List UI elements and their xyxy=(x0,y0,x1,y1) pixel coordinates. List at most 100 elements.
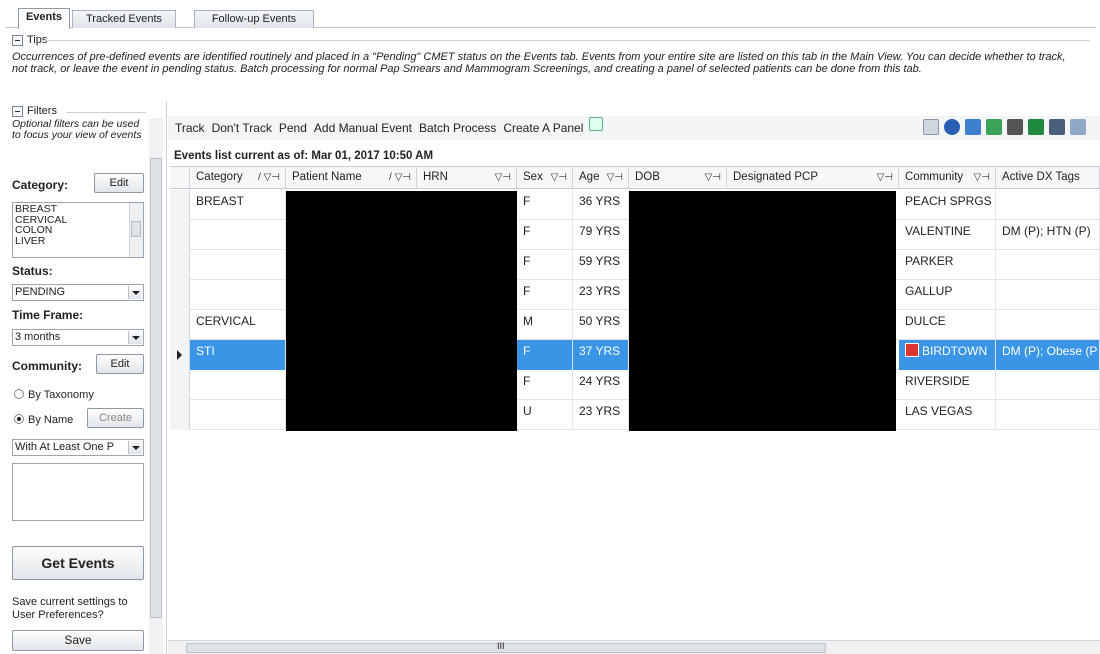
tab-tracked-events[interactable]: Tracked Events xyxy=(72,10,176,28)
timeframe-select[interactable]: 3 months xyxy=(12,329,144,346)
refresh-icon[interactable] xyxy=(986,119,1002,135)
cell-age[interactable]: 50 YRS xyxy=(573,310,629,340)
cell-category[interactable] xyxy=(190,250,286,280)
tab-follow-up-events[interactable]: Follow-up Events xyxy=(194,10,314,28)
filters-collapse-toggle[interactable] xyxy=(12,105,23,117)
cell-community[interactable]: LAS VEGAS xyxy=(899,400,996,430)
undo-icon[interactable] xyxy=(965,119,981,135)
cell-community[interactable]: PEACH SPRGS xyxy=(899,190,996,220)
cell-sex[interactable]: F xyxy=(517,220,573,250)
cell-age[interactable]: 79 YRS xyxy=(573,220,629,250)
row-header[interactable] xyxy=(170,400,190,430)
filter-pin-icon[interactable]: ▽⊣ xyxy=(974,167,990,188)
batch-process-button[interactable]: Batch Process xyxy=(419,121,496,135)
cell-community[interactable]: BIRDTOWN xyxy=(899,340,996,370)
tips-collapse-toggle[interactable] xyxy=(12,34,23,46)
grid-horizontal-scrollbar[interactable]: III xyxy=(168,640,1100,654)
cell-sex[interactable]: F xyxy=(517,250,573,280)
radio-selected-icon[interactable] xyxy=(14,414,24,424)
cell-sex[interactable]: M xyxy=(517,310,573,340)
print-icon[interactable] xyxy=(1049,119,1065,135)
row-header[interactable] xyxy=(170,310,190,340)
copy-icon[interactable] xyxy=(1070,119,1086,135)
create-button[interactable]: Create xyxy=(87,408,144,428)
cell-category[interactable] xyxy=(190,370,286,400)
panel-filter-select[interactable]: With At Least One P xyxy=(12,439,144,456)
filters-scrollbar[interactable] xyxy=(149,118,163,654)
row-header[interactable] xyxy=(170,340,190,370)
cell-category[interactable]: BREAST xyxy=(190,190,286,220)
filter-pin-icon[interactable]: / ▽⊣ xyxy=(389,167,411,188)
column-header-community[interactable]: Community ▽⊣ xyxy=(899,167,996,189)
get-events-button[interactable]: Get Events xyxy=(12,546,144,580)
chevron-down-icon[interactable] xyxy=(128,441,142,454)
cell-category[interactable] xyxy=(190,220,286,250)
binoculars-icon[interactable] xyxy=(1007,119,1023,135)
column-header-active-dx-tags[interactable]: Active DX Tags xyxy=(996,167,1100,189)
column-header-designated-pcp[interactable]: Designated PCP ▽⊣ xyxy=(727,167,899,189)
cell-category[interactable] xyxy=(190,400,286,430)
filter-pin-icon[interactable]: / ▽⊣ xyxy=(258,167,280,188)
cell-sex[interactable]: F xyxy=(517,190,573,220)
cell-age[interactable]: 23 YRS xyxy=(573,400,629,430)
filter-pin-icon[interactable]: ▽⊣ xyxy=(705,167,721,188)
chevron-down-icon[interactable] xyxy=(128,286,142,299)
category-listbox[interactable]: BREAST CERVICAL COLON LIVER xyxy=(12,202,144,258)
cell-tags[interactable] xyxy=(996,280,1100,310)
dont-track-button[interactable]: Don't Track xyxy=(212,121,272,135)
panel-icon[interactable] xyxy=(589,117,604,131)
column-header-patient-name[interactable]: Patient Name / ▽⊣ xyxy=(286,167,417,189)
row-header[interactable] xyxy=(170,250,190,280)
cell-sex[interactable]: F xyxy=(517,280,573,310)
column-header-sex[interactable]: Sex ▽⊣ xyxy=(517,167,573,189)
cell-age[interactable]: 36 YRS xyxy=(573,190,629,220)
row-header[interactable] xyxy=(170,280,190,310)
row-header[interactable] xyxy=(170,370,190,400)
cell-age[interactable]: 24 YRS xyxy=(573,370,629,400)
filter-pin-icon[interactable]: ▽⊣ xyxy=(607,167,623,188)
status-select[interactable]: PENDING xyxy=(12,284,144,301)
track-button[interactable]: Track xyxy=(175,121,205,135)
column-header-category[interactable]: Category / ▽⊣ xyxy=(190,167,286,189)
cell-tags[interactable]: DM (P); Obese (P xyxy=(996,340,1100,370)
cell-category[interactable] xyxy=(190,280,286,310)
cell-community[interactable]: RIVERSIDE xyxy=(899,370,996,400)
column-header-hrn[interactable]: HRN ▽⊣ xyxy=(417,167,517,189)
category-list-scrollbar[interactable] xyxy=(129,203,143,257)
cell-sex[interactable]: U xyxy=(517,400,573,430)
cell-tags[interactable] xyxy=(996,370,1100,400)
category-edit-button[interactable]: Edit xyxy=(94,173,144,193)
community-edit-button[interactable]: Edit xyxy=(96,354,144,374)
row-header[interactable] xyxy=(170,220,190,250)
create-a-panel-button[interactable]: Create A Panel xyxy=(503,121,583,135)
cell-category[interactable]: CERVICAL xyxy=(190,310,286,340)
cell-tags[interactable] xyxy=(996,190,1100,220)
excel-icon[interactable] xyxy=(1028,119,1044,135)
category-option[interactable]: LIVER xyxy=(15,235,143,247)
cell-community[interactable]: PARKER xyxy=(899,250,996,280)
column-header-age[interactable]: Age ▽⊣ xyxy=(573,167,629,189)
cell-community[interactable]: DULCE xyxy=(899,310,996,340)
filter-pin-icon[interactable]: ▽⊣ xyxy=(877,167,893,188)
cell-age[interactable]: 37 YRS xyxy=(573,340,629,370)
cell-community[interactable]: GALLUP xyxy=(899,280,996,310)
cell-age[interactable]: 59 YRS xyxy=(573,250,629,280)
category-option[interactable]: COLON xyxy=(15,225,143,236)
radio-icon[interactable] xyxy=(14,389,24,399)
help-icon[interactable] xyxy=(944,119,960,135)
community-names-textarea[interactable] xyxy=(12,463,144,521)
add-manual-event-button[interactable]: Add Manual Event xyxy=(314,121,412,135)
cell-tags[interactable] xyxy=(996,400,1100,430)
cell-community[interactable]: VALENTINE xyxy=(899,220,996,250)
cell-category[interactable]: STI xyxy=(190,340,286,370)
save-button[interactable]: Save xyxy=(12,630,144,651)
by-name-radio[interactable]: By Name xyxy=(14,414,73,426)
pend-button[interactable]: Pend xyxy=(279,121,307,135)
cell-sex[interactable]: F xyxy=(517,370,573,400)
category-option[interactable]: BREAST xyxy=(15,204,143,215)
chevron-down-icon[interactable] xyxy=(128,331,142,344)
filter-pin-icon[interactable]: ▽⊣ xyxy=(551,167,567,188)
category-list-scroll-thumb[interactable] xyxy=(131,221,141,237)
column-header-dob[interactable]: DOB ▽⊣ xyxy=(629,167,727,189)
row-header[interactable] xyxy=(170,190,190,220)
